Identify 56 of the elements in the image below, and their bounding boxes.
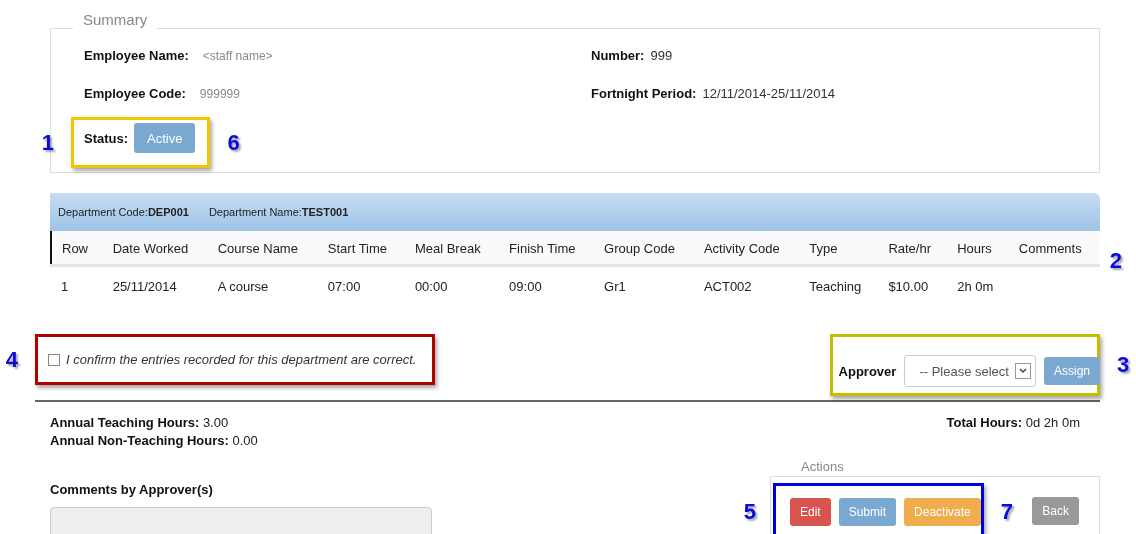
column-header: Activity Code <box>693 231 800 266</box>
column-header: Date Worked <box>102 231 208 266</box>
callout-number: 6 <box>227 129 240 156</box>
callout-number: 7 <box>1000 499 1013 525</box>
field-label: Employee Name: <box>84 47 189 65</box>
annual-non-teaching-hours: Annual Non-Teaching Hours: 0.00 <box>50 432 258 450</box>
total-hours: Total Hours: 0d 2h 0m <box>946 414 1080 432</box>
department-code: Department Code:DEP001 <box>58 206 189 218</box>
column-header: Group Code <box>594 231 694 266</box>
table-cell: 09:00 <box>499 265 595 306</box>
table-cell: Gr1 <box>594 265 694 306</box>
back-button[interactable]: Back <box>1032 497 1079 525</box>
table-cell: 1 <box>51 265 103 306</box>
column-header: Row <box>51 231 103 266</box>
table-cell: A course <box>207 265 318 306</box>
column-header: Start Time <box>317 231 405 266</box>
table-cell: Teaching <box>799 265 879 306</box>
column-header: Finish Time <box>499 231 595 266</box>
field-label: Number: <box>591 47 645 65</box>
annual-teaching-hours: Annual Teaching Hours: 3.00 <box>50 414 229 432</box>
field-value: <staff name> <box>202 48 273 65</box>
callout-number: 5 <box>743 499 756 525</box>
column-header: Meal Break <box>404 231 500 266</box>
table-cell: $10.00 <box>878 265 948 306</box>
column-header: Hours <box>947 231 1009 266</box>
field-value: 12/11/2014-25/11/2014 <box>702 85 835 103</box>
status-button[interactable]: Active <box>134 123 196 153</box>
table-cell: 2h 0m <box>947 265 1009 306</box>
table-cell: 25/11/2014 <box>102 265 208 306</box>
confirm-checkbox[interactable] <box>48 353 60 366</box>
confirm-text: I confirm the entries recorded for this department are correct. <box>66 352 417 367</box>
table-cell: 00:00 <box>404 265 500 306</box>
assign-button[interactable]: Assign <box>1043 357 1100 385</box>
field-label: Employee Code: <box>84 85 186 103</box>
action-button[interactable]: Edit <box>790 498 831 526</box>
field-label: Fortnight Period: <box>591 85 697 103</box>
comments-label: Comments by Approver(s) <box>50 482 214 497</box>
department-name: Department Name:TEST001 <box>208 206 349 218</box>
approver-label: Approver <box>838 363 897 379</box>
column-header: Rate/hr <box>878 231 948 266</box>
callout-number: 4 <box>5 346 18 373</box>
field-value: 999 <box>650 47 673 65</box>
callout-number: 2 <box>1109 248 1122 274</box>
callout-number: 3 <box>1117 352 1130 378</box>
callout-number: 1 <box>41 129 54 156</box>
approver-select[interactable]: -- Please select <box>904 355 1036 387</box>
status-label: Status: <box>84 130 129 146</box>
column-header: Course Name <box>207 231 318 266</box>
column-header: Type <box>799 231 879 266</box>
table-cell: 07:00 <box>317 265 405 306</box>
caret-icon <box>1014 363 1031 379</box>
table-cell: ACT002 <box>693 265 800 306</box>
action-button[interactable]: Deactivate <box>904 498 981 526</box>
column-header: Comments <box>1008 231 1100 266</box>
field-value: 999999 <box>199 86 240 103</box>
action-button[interactable]: Submit <box>838 498 897 526</box>
